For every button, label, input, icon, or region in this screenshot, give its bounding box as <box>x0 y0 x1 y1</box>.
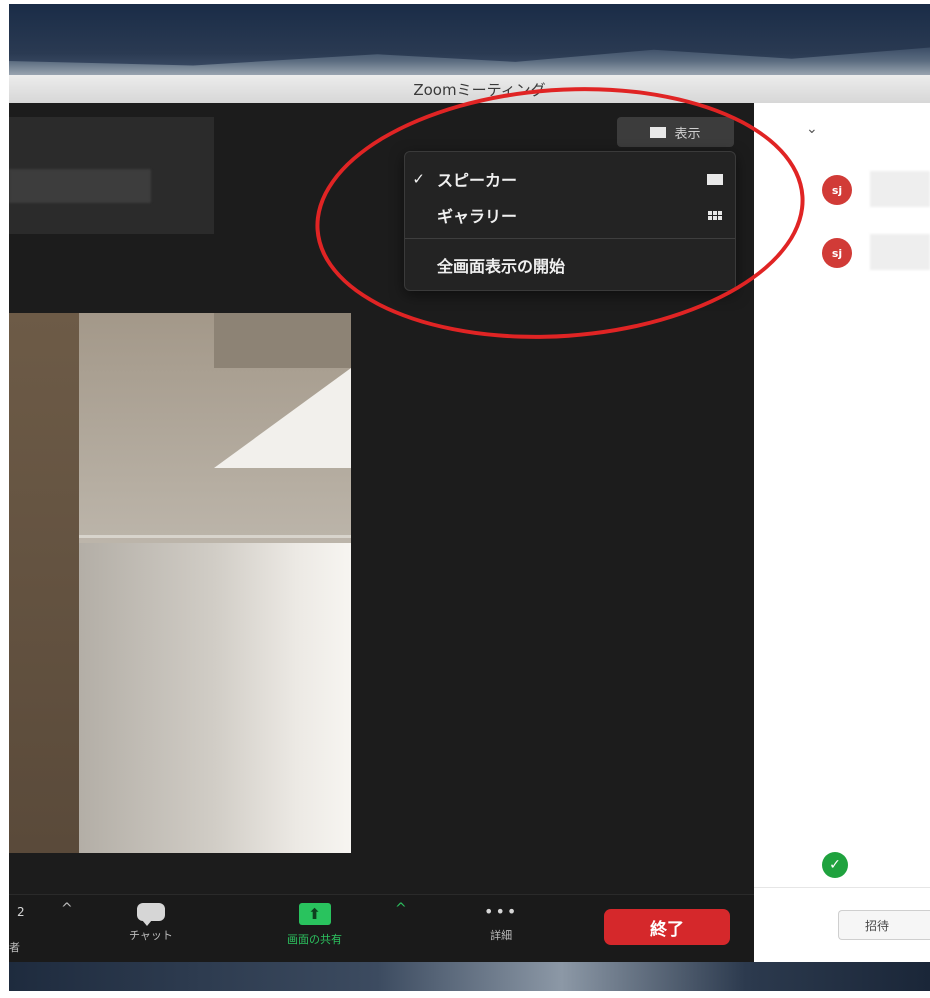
view-dropdown-menu: ✓ スピーカー ギャラリー 全画面表示の開始 <box>404 151 736 291</box>
window-title: Zoomミーティング <box>413 80 546 99</box>
share-caret-icon[interactable]: ^ <box>395 901 407 917</box>
chevron-down-icon[interactable]: ⌄ <box>806 121 818 137</box>
gallery-grid-icon <box>708 210 722 220</box>
zoom-meeting-window: Zoomミーティング 表示 ✓ スピーカー ギャラリー 全画面表示の開始 2 ^… <box>9 75 930 963</box>
end-meeting-button[interactable]: 終了 <box>604 909 730 945</box>
speaker-thumbnail[interactable] <box>9 117 214 234</box>
share-screen-icon: ⬆ <box>298 903 331 925</box>
menu-divider <box>405 238 735 239</box>
menu-item-fullscreen[interactable]: 全画面表示の開始 <box>405 248 735 282</box>
active-speaker-video[interactable] <box>9 313 351 853</box>
participants-panel-footer: 招待 <box>754 887 930 963</box>
chat-button[interactable]: チャット <box>129 903 173 943</box>
share-screen-button[interactable]: ⬆ 画面の共有 <box>287 903 342 947</box>
invite-button[interactable]: 招待 <box>838 910 930 940</box>
view-button[interactable]: 表示 <box>617 117 734 147</box>
chat-icon <box>136 903 165 926</box>
view-button-label: 表示 <box>674 126 701 142</box>
speaker-view-icon <box>707 173 723 185</box>
participant-name-blurred <box>870 234 930 270</box>
desktop-wallpaper-bottom <box>9 962 930 991</box>
participants-panel: ⌄ sj sj ✓ 招待 <box>754 103 930 962</box>
menu-item-label: ギャラリー <box>437 207 518 226</box>
participants-label[interactable]: 者 <box>9 939 20 955</box>
menu-item-gallery[interactable]: ギャラリー <box>405 198 735 232</box>
participant-name-blurred <box>870 171 930 207</box>
meeting-toolbar: 2 ^ 者 チャット ⬆ 画面の共有 ^ ••• 詳細 終了 <box>9 894 754 963</box>
desktop-wallpaper-top <box>9 47 930 79</box>
menu-item-speaker[interactable]: ✓ スピーカー <box>405 162 735 196</box>
checkmark-circle-icon: ✓ <box>822 852 848 878</box>
menu-item-label: スピーカー <box>437 171 518 190</box>
participant-avatar[interactable]: sj <box>822 238 852 268</box>
more-dots-icon: ••• <box>484 902 519 921</box>
speaker-view-icon <box>650 126 667 138</box>
thumbnail-name-blurred <box>9 169 151 203</box>
participant-avatar[interactable]: sj <box>822 175 852 205</box>
chat-label: チャット <box>129 929 173 942</box>
share-screen-label: 画面の共有 <box>287 933 342 946</box>
participants-count-badge: 2 <box>17 905 25 919</box>
window-titlebar[interactable]: Zoomミーティング <box>9 75 930 104</box>
more-label: 詳細 <box>490 929 513 942</box>
more-button[interactable]: ••• 詳細 <box>484 903 518 943</box>
participants-caret-icon[interactable]: ^ <box>61 901 73 917</box>
menu-item-label: 全画面表示の開始 <box>437 257 566 276</box>
screenshot-frame: Zoomミーティング 表示 ✓ スピーカー ギャラリー 全画面表示の開始 2 ^… <box>9 4 930 991</box>
check-icon: ✓ <box>412 170 425 188</box>
video-area: 表示 ✓ スピーカー ギャラリー 全画面表示の開始 <box>9 103 754 894</box>
